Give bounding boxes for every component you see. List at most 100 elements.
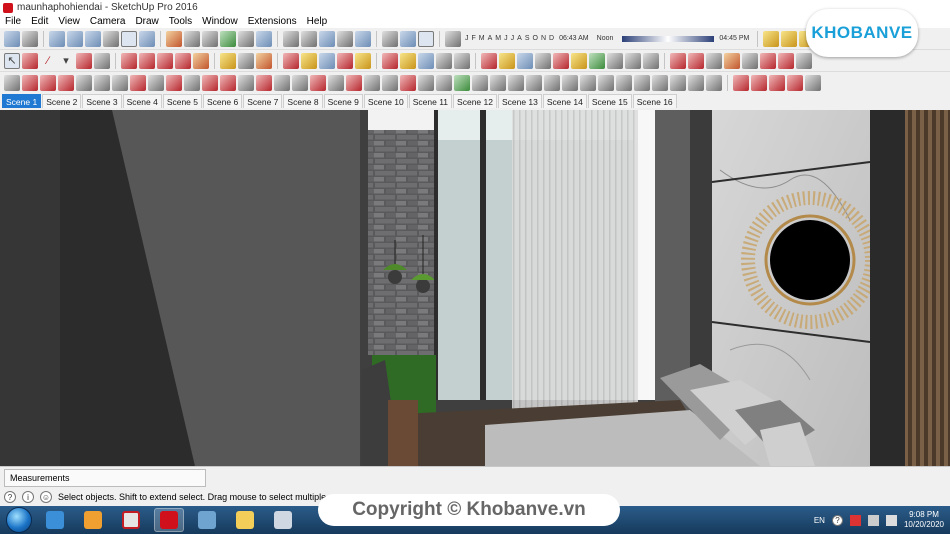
sandbox-icon[interactable] [517,52,533,69]
taskbar-clock[interactable]: 9:08 PM 10/20/2020 [904,510,944,530]
antivirus-tray-icon[interactable] [849,514,861,526]
fredo-tool-icon[interactable] [490,74,506,91]
model-viewport[interactable] [0,110,950,466]
fredo-tool-icon[interactable] [94,74,110,91]
menu-extensions[interactable]: Extensions [243,15,302,28]
sandbox-icon[interactable] [571,52,587,69]
measurements-field[interactable]: Measurements [4,469,206,487]
tab-scene-13[interactable]: Scene 13 [497,94,542,108]
fredo-tool-icon[interactable] [382,74,398,91]
fredo-tool-icon[interactable] [274,74,290,91]
line-icon[interactable]: ∕ [40,53,56,69]
follow-me-icon[interactable] [139,52,155,69]
text-icon[interactable] [238,52,254,69]
fredo-tool-icon[interactable] [4,74,20,91]
menu-file[interactable]: File [0,15,26,28]
fredo-tool-icon[interactable] [454,74,470,91]
plugin-icon[interactable] [670,52,686,69]
taskbar-explorer[interactable] [230,508,260,532]
fredo-tool-icon[interactable] [346,74,362,91]
fredo-tool-icon[interactable] [526,74,542,91]
tab-scene-9[interactable]: Scene 9 [323,94,363,108]
fredo-tool-icon[interactable] [508,74,524,91]
layer-icon[interactable] [319,30,335,47]
start-button-icon[interactable] [6,507,32,533]
fredo-tool-icon[interactable] [76,74,92,91]
outliner-icon[interactable] [337,30,353,47]
fredo-tool-icon[interactable] [148,74,164,91]
tab-scene-4[interactable]: Scene 4 [122,94,162,108]
tab-scene-12[interactable]: Scene 12 [453,94,497,108]
sandbox-icon[interactable] [607,52,623,69]
fredo-tool-icon[interactable] [22,74,38,91]
tab-scene-15[interactable]: Scene 15 [587,94,632,108]
eraser-icon[interactable] [22,52,38,69]
dropdown-arrow-icon[interactable]: ▾ [58,53,74,69]
render-icon[interactable] [787,74,803,91]
language-indicator[interactable]: EN [814,516,825,525]
look-around-icon[interactable] [400,52,416,69]
group-icon[interactable] [301,30,317,47]
tape-measure-icon[interactable] [220,52,236,69]
scale-icon[interactable] [193,52,209,69]
rotate-tool-icon[interactable] [769,74,785,91]
rectangle-icon[interactable] [94,52,110,69]
fredo-tool-icon[interactable] [364,74,380,91]
fredo-tool-icon[interactable] [256,74,272,91]
top-view-icon[interactable] [67,30,83,47]
menu-help[interactable]: Help [302,15,333,28]
tab-scene-3[interactable]: Scene 3 [82,94,122,108]
fredo-tool-icon[interactable] [634,74,650,91]
back-view-icon[interactable] [121,30,137,47]
tab-scene-1[interactable]: Scene 1 [2,94,42,108]
position-camera-icon[interactable] [382,52,398,69]
tab-scene-8[interactable]: Scene 8 [283,94,323,108]
sandbox-icon[interactable] [589,52,605,69]
shaded-icon[interactable] [238,30,254,47]
fredo-tool-icon[interactable] [688,74,704,91]
fredo-tool-icon[interactable] [328,74,344,91]
section-cut-icon[interactable] [418,30,434,47]
hidden-line-icon[interactable] [202,30,218,47]
taskbar-monitor[interactable] [192,508,222,532]
paint-bucket-icon[interactable] [256,52,272,69]
menu-camera[interactable]: Camera [85,15,131,28]
left-view-icon[interactable] [139,30,155,47]
taskbar-media[interactable] [78,508,108,532]
credits-icon[interactable]: i [22,491,34,503]
wireframe-icon[interactable] [184,30,200,47]
front-view-icon[interactable] [85,30,101,47]
section-plane-icon[interactable] [382,30,398,47]
iso-view-icon[interactable] [49,30,65,47]
menu-window[interactable]: Window [197,15,243,28]
fredo-tool-icon[interactable] [580,74,596,91]
pan-icon[interactable] [301,52,317,69]
help-tray-icon[interactable]: ? [831,514,843,526]
fredo-tool-icon[interactable] [418,74,434,91]
fredo-tool-icon[interactable] [310,74,326,91]
fredo-tool-icon[interactable] [598,74,614,91]
xray-icon[interactable] [166,30,182,47]
user-account-icon[interactable]: ☺ [40,491,52,503]
taskbar-calculator[interactable] [268,508,298,532]
tab-scene-16[interactable]: Scene 16 [632,94,677,108]
fredo-tool-icon[interactable] [58,74,74,91]
menu-draw[interactable]: Draw [130,15,163,28]
sandbox-icon[interactable] [643,52,659,69]
fredo-tool-icon[interactable] [562,74,578,91]
arc-icon[interactable] [76,52,92,69]
plugin-icon[interactable] [706,52,722,69]
menu-edit[interactable]: Edit [26,15,53,28]
shadow-time-slider[interactable] [622,35,715,42]
fredo-tool-icon[interactable] [238,74,254,91]
sandbox-icon[interactable] [499,52,515,69]
network-tray-icon[interactable] [867,514,879,526]
fredo-tool-icon[interactable] [544,74,560,91]
fredo-tool-icon[interactable] [436,74,452,91]
tab-scene-2[interactable]: Scene 2 [42,94,82,108]
fredo-tool-icon[interactable] [616,74,632,91]
move-tool-icon[interactable] [733,74,749,91]
plugin-icon[interactable] [724,52,740,69]
push-pull-icon[interactable] [121,52,137,69]
open-icon[interactable] [22,30,38,47]
